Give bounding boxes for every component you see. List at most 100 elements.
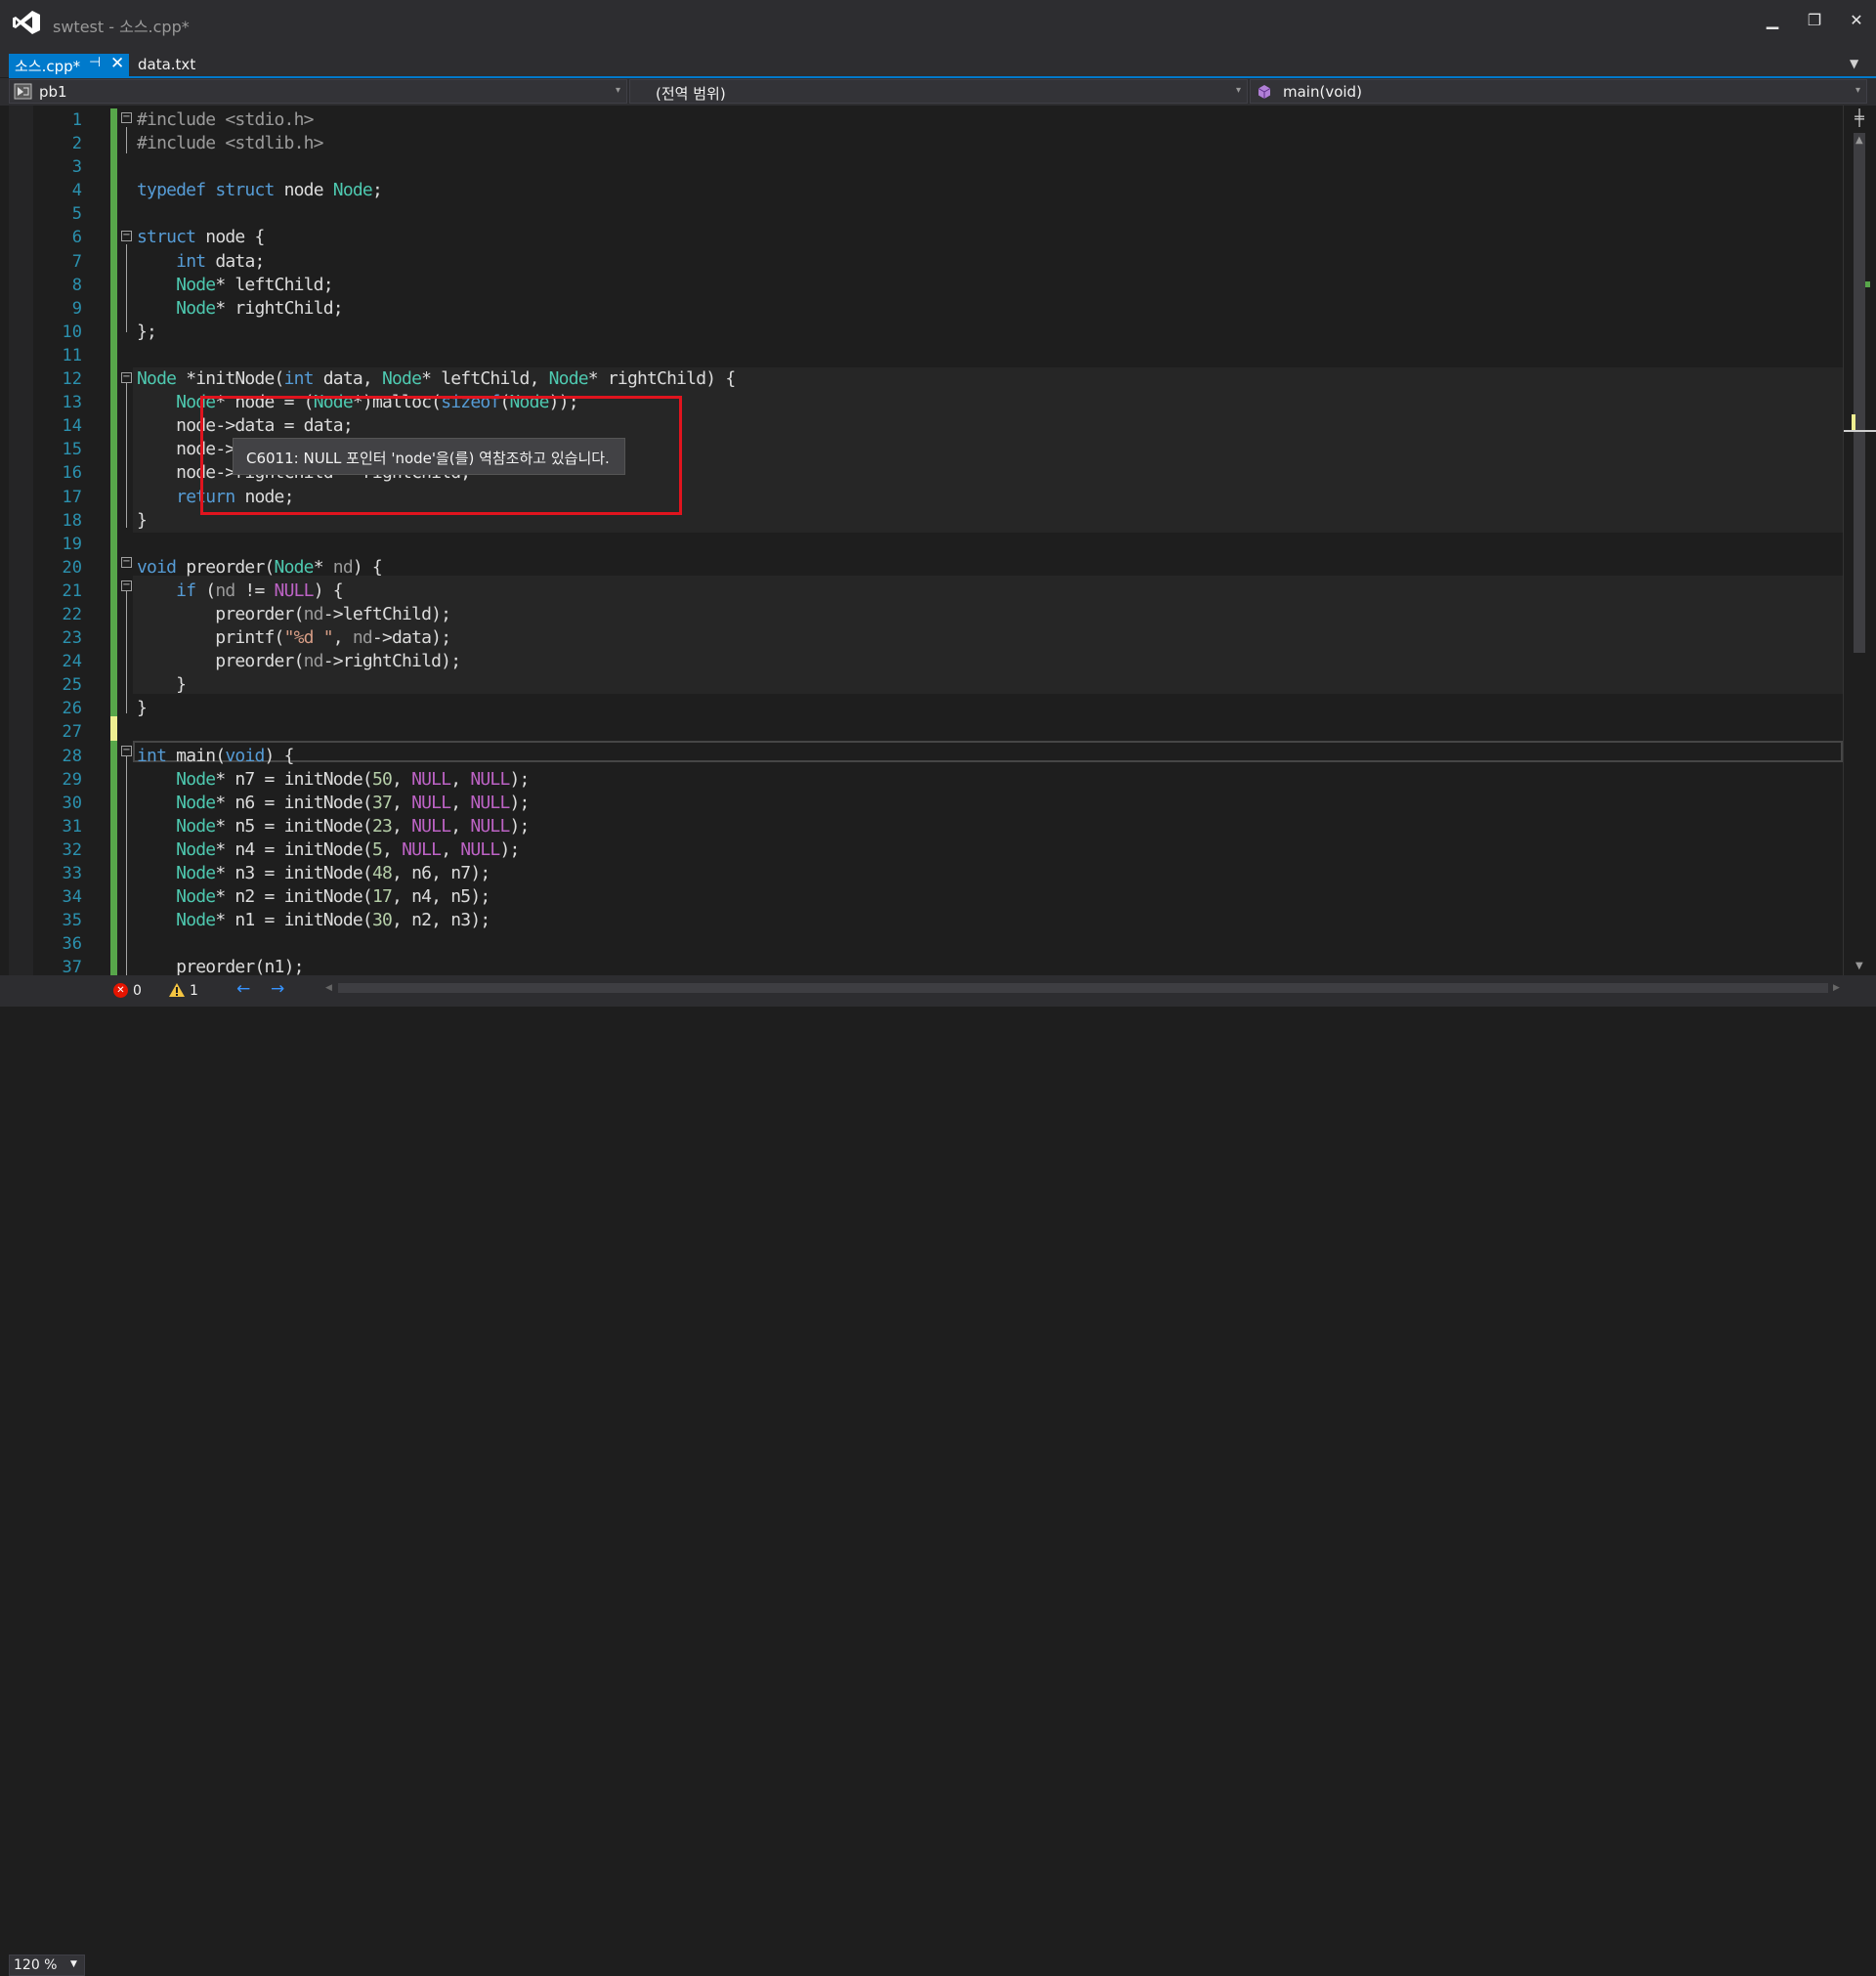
warning-count[interactable]: 1 [190, 983, 198, 999]
line-number: 21 [62, 580, 82, 601]
code-line[interactable]: }; [137, 321, 1837, 344]
fold-guide [126, 755, 127, 980]
title-bar: swtest - 소스.cpp* ▁ ❐ ✕ [0, 0, 1876, 45]
line-number: 34 [62, 887, 82, 908]
line-number: 31 [62, 816, 82, 837]
code-line[interactable] [137, 155, 1837, 179]
scope-dropdown[interactable]: (전역 범위) ▾ [629, 79, 1248, 104]
code-line[interactable]: int data; [137, 250, 1837, 274]
code-line[interactable]: preorder(nd->rightChild); [137, 650, 1837, 673]
code-line[interactable]: } [137, 673, 1837, 697]
code-line[interactable]: printf("%d ", nd->data); [137, 626, 1837, 650]
code-line[interactable]: Node *initNode(int data, Node* leftChild… [137, 367, 1837, 391]
line-number: 32 [62, 839, 82, 860]
code-line[interactable]: #include <stdlib.h> [137, 132, 1837, 155]
restore-button[interactable]: ❐ [1801, 8, 1828, 33]
split-window-icon[interactable]: ╪ [1843, 108, 1876, 127]
scroll-up-arrow-icon[interactable]: ▲ [1855, 135, 1863, 146]
code-line[interactable]: #include <stdio.h> [137, 108, 1837, 132]
chevron-down-icon: ▾ [615, 85, 620, 96]
close-window-button[interactable]: ✕ [1843, 8, 1870, 33]
code-line[interactable]: Node* n3 = initNode(48, n6, n7); [137, 862, 1837, 885]
line-number: 2 [71, 134, 82, 154]
line-number: 30 [62, 793, 82, 813]
fold-guide [126, 244, 127, 332]
fold-toggle-icon[interactable]: − [121, 557, 132, 568]
code-line[interactable] [137, 533, 1837, 556]
code-line[interactable]: int main(void) { [137, 745, 1837, 768]
code-line[interactable]: if (nd != NULL) { [137, 580, 1837, 603]
scroll-track[interactable] [1854, 133, 1865, 653]
line-number: 15 [62, 440, 82, 460]
navigate-forward-arrow-icon[interactable]: → [271, 979, 284, 999]
change-marker [1852, 414, 1855, 430]
line-number: 13 [62, 393, 82, 413]
line-number: 14 [62, 416, 82, 437]
code-line[interactable]: Node* n1 = initNode(30, n2, n3); [137, 909, 1837, 932]
project-dropdown[interactable]: pb1 ▾ [9, 79, 627, 104]
error-icon[interactable]: ✕ [113, 983, 128, 998]
line-number: 9 [71, 298, 82, 319]
horizontal-scrollbar[interactable] [338, 983, 1828, 993]
line-number: 8 [71, 275, 82, 295]
code-line[interactable]: void preorder(Node* nd) { [137, 556, 1837, 580]
fold-toggle-icon[interactable]: − [121, 372, 132, 383]
line-numbers: 1 2 3 4 5 6 7 8 9 10 11 12 13 14 15 16 17 18 19 20 21 22 23 24 2… [39, 108, 82, 979]
indicator-margin [9, 106, 33, 975]
chevron-down-icon: ▾ [1235, 85, 1241, 96]
code-line[interactable] [137, 720, 1837, 744]
code-line[interactable]: typedef struct node Node; [137, 179, 1837, 202]
code-line[interactable]: Node* n2 = initNode(17, n4, n5); [137, 885, 1837, 909]
tab-source-cpp[interactable]: 소스.cpp* ⊣ ✕ [9, 54, 129, 76]
code-line[interactable] [137, 932, 1837, 956]
scroll-down-arrow-icon[interactable]: ▼ [1855, 961, 1863, 971]
chevron-down-icon: ▼ [70, 1959, 77, 1969]
line-number: 29 [62, 769, 82, 790]
hscroll-left-arrow-icon[interactable]: ◀ [325, 983, 332, 993]
code-line[interactable] [137, 202, 1837, 226]
member-dropdown[interactable]: main(void) ▾ [1250, 79, 1867, 104]
fold-guide [126, 383, 127, 528]
method-cube-icon [1258, 85, 1271, 99]
code-text[interactable]: #include <stdio.h> #include <stdlib.h> ty… [137, 108, 1837, 979]
project-name: pb1 [39, 83, 67, 101]
code-line[interactable]: struct node { [137, 226, 1837, 249]
code-line[interactable]: Node* n7 = initNode(50, NULL, NULL); [137, 768, 1837, 792]
line-number: 1 [71, 110, 82, 130]
line-number: 7 [71, 251, 82, 272]
visual-studio-logo-icon [13, 11, 40, 34]
fold-toggle-icon[interactable]: − [121, 112, 132, 123]
navigate-back-arrow-icon[interactable]: ← [236, 979, 250, 999]
tab-data-txt[interactable]: data.txt [138, 56, 195, 73]
zoom-dropdown[interactable]: 120 % ▼ [9, 1955, 85, 1976]
code-line[interactable]: Node* n5 = initNode(23, NULL, NULL); [137, 815, 1837, 838]
pin-icon[interactable]: ⊣ [89, 55, 101, 70]
vertical-scrollbar[interactable]: ▲ ▼ [1843, 106, 1876, 975]
tab-overflow-chevron-down-icon[interactable]: ▼ [1850, 57, 1858, 70]
code-line[interactable]: Node* rightChild; [137, 297, 1837, 321]
error-count[interactable]: 0 [133, 983, 142, 999]
code-line[interactable]: Node* leftChild; [137, 274, 1837, 297]
tab-close-icon[interactable]: ✕ [110, 54, 124, 73]
fold-toggle-icon[interactable]: − [121, 231, 132, 241]
project-icon [14, 83, 32, 100]
saved-change-bar [110, 108, 117, 980]
code-line[interactable] [137, 344, 1837, 367]
hscroll-right-arrow-icon[interactable]: ▶ [1833, 983, 1840, 993]
warning-icon[interactable] [168, 982, 186, 998]
line-number: 33 [62, 864, 82, 883]
line-number: 22 [62, 604, 82, 624]
line-number: 3 [71, 157, 82, 178]
line-number: 19 [62, 534, 82, 554]
code-line[interactable]: } [137, 697, 1837, 720]
annotation-highlight-box [200, 396, 682, 515]
line-number: 23 [62, 628, 82, 649]
code-line[interactable]: preorder(nd->leftChild); [137, 603, 1837, 626]
code-line[interactable]: Node* n6 = initNode(37, NULL, NULL); [137, 792, 1837, 815]
line-number: 18 [62, 510, 82, 531]
minimize-button[interactable]: ▁ [1759, 8, 1786, 33]
fold-toggle-icon[interactable]: − [121, 746, 132, 756]
fold-toggle-icon[interactable]: − [121, 580, 132, 591]
line-number: 6 [71, 228, 82, 248]
code-line[interactable]: Node* n4 = initNode(5, NULL, NULL); [137, 838, 1837, 862]
